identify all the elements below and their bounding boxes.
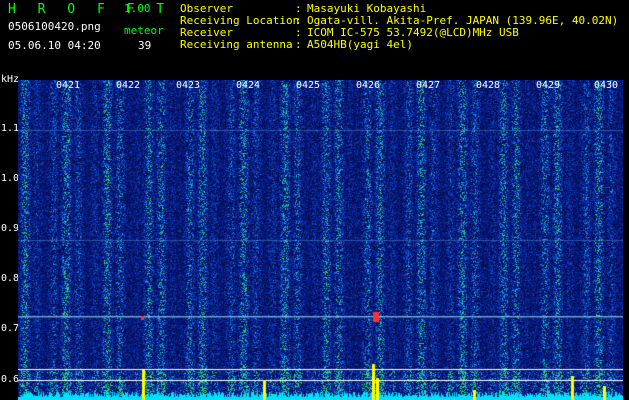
info-row-antenna: Receiving antenna: A504HB(yagi 4el)	[180, 38, 413, 51]
station-info: Observer: Masayuki Kobayashi Receiving Lo…	[180, 3, 618, 51]
y-axis-unit: kHz	[1, 74, 20, 85]
frequency-axis: kHz 1.1 1.0 0.9 0.8 0.7 0.6	[0, 74, 20, 400]
time-tick: 0429	[536, 80, 561, 91]
event-count: 39	[138, 39, 152, 52]
time-tick: 0422	[116, 80, 141, 91]
time-tick: 0421	[56, 80, 81, 91]
app-version: 1.00	[124, 2, 151, 15]
time-tick: 0428	[476, 80, 501, 91]
time-tick: 0424	[236, 80, 261, 91]
time-tick: 0426	[356, 80, 381, 91]
time-tick: 0423	[176, 80, 201, 91]
datetime-label: 05.06.10 04:20	[8, 39, 101, 52]
y-tick: 1.1	[1, 123, 20, 134]
y-tick: 0.6	[1, 374, 20, 385]
event-type-label: meteor	[124, 24, 164, 37]
time-tick: 0425	[296, 80, 321, 91]
y-tick: 1.0	[1, 173, 20, 184]
info-value: A504HB(yagi 4el)	[307, 38, 413, 51]
filename-label: 0506100420.png	[8, 20, 101, 33]
time-tick: 0427	[416, 80, 441, 91]
spectrogram	[18, 80, 623, 400]
y-tick: 0.9	[1, 223, 20, 234]
spectrogram-canvas	[18, 80, 623, 400]
info-label: Receiving antenna	[180, 38, 293, 51]
y-tick: 0.8	[1, 273, 20, 284]
time-tick: 0430	[594, 80, 619, 91]
y-tick: 0.7	[1, 323, 20, 334]
